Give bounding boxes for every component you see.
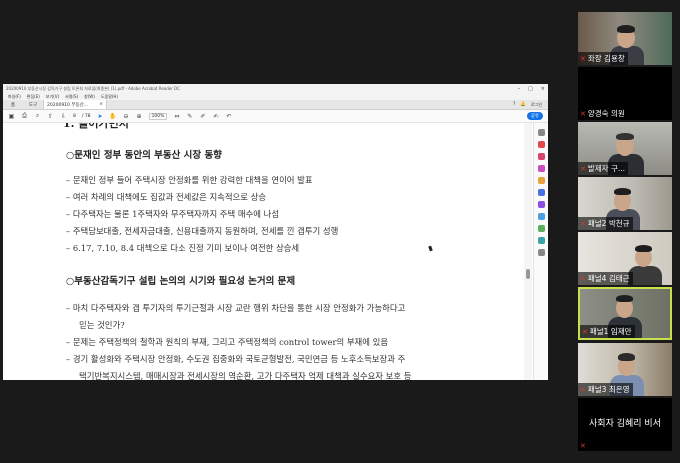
edit-pdf-icon[interactable] <box>538 165 545 172</box>
tab-document-label: 20200910 부동산... <box>47 102 89 108</box>
combine-files-icon[interactable] <box>538 189 545 196</box>
tab-document[interactable]: 20200910 부동산... × <box>43 100 107 109</box>
page-down-icon[interactable]: ⇩ <box>60 113 67 120</box>
page-up-icon[interactable]: ⇧ <box>47 113 54 120</box>
maximize-icon[interactable]: □ <box>528 86 533 92</box>
undo-icon[interactable]: ↶ <box>225 113 232 120</box>
menu-view[interactable]: 보기(V) <box>46 94 59 100</box>
doc-list-item: – 주택담보대출, 전세자금대출, 신용대출까지 동원하며, 전세를 낀 갭투기… <box>66 226 339 236</box>
doc-list-item: 믿는 것인가? <box>79 320 125 330</box>
participant-nameplate: ✕ <box>578 441 589 451</box>
mic-muted-icon: ✕ <box>580 442 586 450</box>
doc-section-title: ○부동산감독기구 설립 논의의 시기와 필요성 논거의 문제 <box>66 276 296 287</box>
create-pdf-icon[interactable] <box>538 153 545 160</box>
doc-list-item: – 여러 차례의 대책에도 집값과 전세값은 지속적으로 상승 <box>66 192 267 202</box>
doc-heading: 1. 들어가면서 <box>63 123 129 130</box>
vertical-scrollbar[interactable] <box>524 123 532 380</box>
export-pdf-icon[interactable] <box>538 141 545 148</box>
menu-bar: 파일(F) 편집(E) 보기(V) 서명(S) 창(W) 도움말(H) <box>3 93 548 100</box>
save-icon[interactable]: ▣ <box>8 113 15 120</box>
doc-list-item: 택기반복지시스템, 매매시장과 전세시장의 역순환, 고가 다주택자 억제 대책… <box>79 371 412 380</box>
mic-muted-icon: ✕ <box>580 164 586 173</box>
mic-muted-icon: ✕ <box>580 219 586 228</box>
participant-tile-2[interactable]: ✕ 양경숙 의원 <box>578 67 672 120</box>
participant-tile-3[interactable]: ✕ 발제자 구... <box>578 122 672 175</box>
highlight-icon[interactable]: ✐ <box>199 113 206 120</box>
tools-pane <box>533 123 548 380</box>
select-cursor-icon[interactable]: ➤ <box>97 113 104 120</box>
mic-muted-icon: ✕ <box>580 54 586 63</box>
doc-list-item: – 문재인 정부 들어 주택시장 안정화를 위한 강력한 대책을 연이어 발표 <box>66 175 313 185</box>
mouse-cursor-icon <box>428 245 433 252</box>
doc-list-item: – 다주택자는 물론 1주택자와 무주택자까지 주택 매수에 나섬 <box>66 209 280 219</box>
participant-name-large: 사회자 김혜리 비서 <box>589 419 661 429</box>
toolbar: ▣ ⎙ ⌕ ⇧ ⇩ 8 / 78 ➤ ✋ ⊖ ⊕ 100% ⇔ ✎ ✐ ✍ ↶ … <box>3 110 548 123</box>
shared-screen: 20200910 부동산시장 감독기구 설립 토론회 자료집(최종본) (1).… <box>3 84 548 380</box>
hand-tool-icon[interactable]: ✋ <box>109 113 116 120</box>
menu-window[interactable]: 창(W) <box>84 94 95 100</box>
page-total: / 78 <box>81 113 91 119</box>
send-review-icon[interactable] <box>538 237 545 244</box>
close-icon[interactable]: × <box>541 86 545 92</box>
page-number-input[interactable]: 8 <box>73 114 76 119</box>
menu-file[interactable]: 파일(F) <box>8 94 21 100</box>
participant-tile-6-active-speaker[interactable]: ✕ 패널1 임재만 <box>578 287 672 340</box>
more-tools-icon[interactable] <box>538 249 545 256</box>
comment-tool-icon[interactable] <box>538 177 545 184</box>
participant-nameplate: ✕ 양경숙 의원 <box>580 109 625 118</box>
participant-tile-5[interactable]: ✕ 패널4 김태근 <box>578 232 672 285</box>
participant-nameplate: ✕ 패널1 임재만 <box>580 325 635 338</box>
acrobat-titlebar: 20200910 부동산시장 감독기구 설립 토론회 자료집(최종본) (1).… <box>3 84 548 93</box>
fit-page-icon[interactable]: ⇔ <box>173 113 180 120</box>
draw-icon[interactable]: ✍ <box>212 113 219 120</box>
tab-close-icon[interactable]: × <box>99 102 103 107</box>
participant-tile-1[interactable]: ✕ 좌장 김용창 <box>578 12 672 65</box>
bell-icon[interactable]: 🔔 <box>520 102 526 107</box>
doc-list-item: – 문제는 주택정책의 철학과 원칙의 부재, 그리고 주택정책의 contro… <box>66 337 389 347</box>
mic-muted-icon: ✕ <box>580 274 586 283</box>
fill-sign-icon[interactable] <box>538 225 545 232</box>
print-icon[interactable]: ⎙ <box>21 112 28 120</box>
help-icon[interactable]: ? <box>513 102 515 107</box>
menu-help[interactable]: 도움말(H) <box>101 94 118 100</box>
participant-tile-8[interactable]: 사회자 김혜리 비서 ✕ <box>578 398 672 451</box>
participant-nameplate: ✕ 패널3 최은영 <box>578 383 633 396</box>
participant-nameplate: ✕ 발제자 구... <box>578 162 629 175</box>
mic-muted-icon: ✕ <box>580 109 586 118</box>
doc-list-item: – 경기 활성화와 주택시장 안정화, 수도권 집중화와 국토균형발전, 국민연… <box>66 354 406 364</box>
zoom-out-icon[interactable]: ⊖ <box>123 113 130 120</box>
zoom-select[interactable]: 100% <box>148 112 168 120</box>
pdf-page-view[interactable]: 1. 들어가면서 ○문재인 정부 동안의 부동산 시장 동향 – 문재인 정부 … <box>3 123 523 380</box>
tab-home[interactable]: 홈 <box>3 102 23 108</box>
search-icon[interactable]: ⌕ <box>34 112 41 120</box>
participant-nameplate: ✕ 패널2 박천규 <box>578 217 633 230</box>
window-title: 20200910 부동산시장 감독기구 설립 토론회 자료집(최종본) (1).… <box>6 85 181 91</box>
participant-nameplate: ✕ 패널4 김태근 <box>578 272 633 285</box>
tab-tools[interactable]: 도구 <box>23 102 43 108</box>
participant-nameplate: ✕ 좌장 김용창 <box>578 52 628 65</box>
minimize-icon[interactable]: – <box>518 86 521 92</box>
signin-link[interactable]: 로그인 <box>531 102 548 108</box>
mic-muted-icon: ✕ <box>580 385 586 394</box>
doc-list-item: – 6.17, 7.10, 8.4 대책으로 다소 진정 기미 보이나 여전한 … <box>66 243 300 253</box>
zoom-in-icon[interactable]: ⊕ <box>136 113 143 120</box>
organize-pages-icon[interactable] <box>538 201 545 208</box>
mic-muted-icon: ✕ <box>582 327 588 336</box>
doc-section-title: ○문재인 정부 동안의 부동산 시장 동향 <box>66 150 222 161</box>
search-tool-icon[interactable] <box>538 129 545 136</box>
participant-tile-7[interactable]: ✕ 패널3 최은영 <box>578 343 672 396</box>
doc-list-item: – 마치 다주택자와 갭 투기자의 투기근절과 시장 교란 행위 차단을 통한 … <box>66 303 406 313</box>
participant-tile-4[interactable]: ✕ 패널2 박천규 <box>578 177 672 230</box>
menu-sign[interactable]: 서명(S) <box>65 94 78 100</box>
menu-edit[interactable]: 편집(E) <box>27 94 40 100</box>
protect-icon[interactable] <box>538 213 545 220</box>
tab-bar: 홈 도구 20200910 부동산... × ? 🔔 로그인 <box>3 100 548 110</box>
scrollbar-thumb[interactable] <box>526 269 530 279</box>
share-button[interactable]: 공유 <box>526 112 543 120</box>
comment-icon[interactable]: ✎ <box>186 113 193 120</box>
